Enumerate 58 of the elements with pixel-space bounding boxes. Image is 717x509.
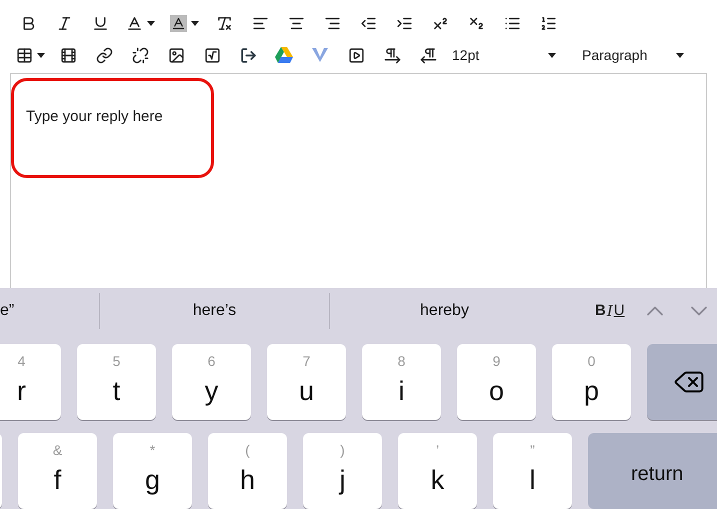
pilcrow-icon (384, 46, 400, 64)
key-alt-text: ) (340, 443, 345, 457)
highlight-color-icon (170, 14, 186, 32)
pilcrow-icon (420, 46, 436, 64)
key-alt-text: & (52, 443, 62, 457)
clear-formatting-icon (216, 14, 232, 32)
key[interactable]: 8 i (362, 344, 441, 420)
caret-icon (676, 52, 684, 58)
key[interactable]: 6 y (172, 344, 251, 420)
suggestion[interactable]: hereby (330, 299, 559, 323)
play-icon (348, 46, 364, 64)
caret-icon (190, 20, 198, 26)
key-alt-text: ’ (436, 443, 440, 457)
key[interactable]: * g (113, 433, 192, 509)
placeholder-text: Type your reply here (26, 108, 163, 125)
format-button[interactable]: U (614, 300, 625, 322)
triangle-logo-icon (275, 47, 293, 63)
key[interactable]: & f (18, 433, 97, 509)
return-key[interactable]: return (588, 433, 717, 509)
key-alt-text: 9 (492, 354, 500, 368)
unlink-icon (132, 46, 148, 64)
key-alt-text: 0 (588, 354, 596, 368)
film-icon (60, 46, 76, 64)
text-color-icon (126, 14, 142, 32)
square-root-icon (204, 46, 220, 64)
key[interactable]: 9 o (457, 344, 536, 420)
delete-key[interactable] (647, 344, 717, 420)
paragraph-dropdown[interactable]: Paragraph (566, 41, 686, 69)
format-button[interactable]: I (606, 300, 613, 322)
key[interactable]: ( h (208, 433, 287, 509)
key-alt-text: 7 (302, 354, 310, 368)
key[interactable]: 0 p (552, 344, 631, 420)
key-alt-text: * (150, 443, 156, 457)
key[interactable]: 4 r (0, 344, 61, 420)
key[interactable]: 7 u (267, 344, 346, 420)
key-alt-text: 4 (18, 354, 26, 368)
key[interactable]: ” l (493, 433, 572, 509)
key-alt-text: ” (530, 443, 535, 457)
font-size-dropdown[interactable]: 12pt (446, 41, 566, 69)
caret-icon (36, 52, 44, 58)
suggestion[interactable]: e” (0, 299, 99, 323)
key[interactable]: ’ k (398, 433, 477, 509)
link-icon (96, 46, 112, 64)
v-logo-icon (312, 48, 328, 62)
key[interactable]: 5 t (77, 344, 156, 420)
key-alt-text: 5 (112, 354, 120, 368)
numbered-list-icon (540, 14, 556, 32)
caret-icon (548, 52, 556, 58)
suggestion[interactable]: here’s (100, 299, 329, 323)
key-alt-text: 6 (208, 354, 216, 368)
caret-icon (146, 20, 154, 26)
underline-icon (92, 14, 108, 32)
key-alt-text: ( (245, 443, 250, 457)
table-icon (16, 46, 32, 64)
image-icon (168, 46, 184, 64)
key[interactable]: ) j (303, 433, 382, 509)
key-alt-text: 8 (398, 354, 406, 368)
format-button[interactable]: B (595, 300, 606, 322)
